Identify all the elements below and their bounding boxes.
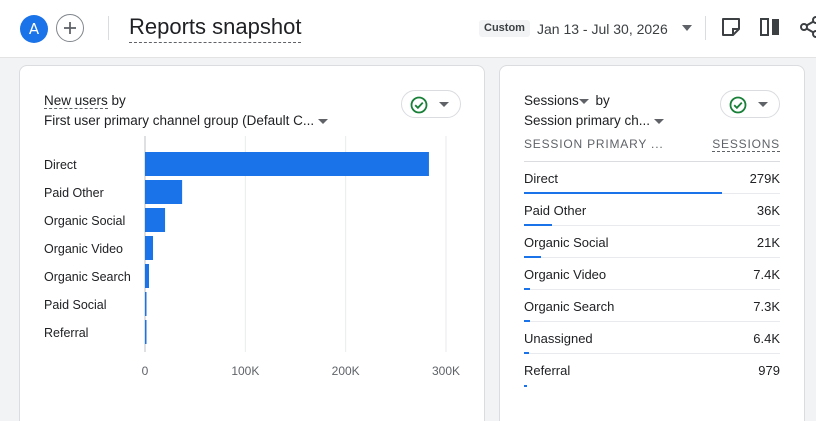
row-name: Organic Social [524, 235, 609, 250]
column-header-sessions[interactable]: SESSIONS [712, 137, 780, 152]
table-row[interactable]: Unassigned 6.4K [524, 322, 780, 354]
share-icon[interactable] [799, 16, 816, 38]
category-label: Paid Other [44, 186, 104, 200]
chevron-down-icon [758, 102, 768, 107]
row-value: 6.4K [753, 331, 780, 346]
chevron-down-icon[interactable] [682, 25, 692, 31]
compare-view-icon[interactable] [759, 16, 781, 38]
new-users-bar-chart: 0 100K 200K 300K Direct Paid Other Organic Soc… [44, 136, 460, 378]
by-label: by [595, 93, 610, 108]
dimension-label[interactable]: Session primary ch... [524, 113, 650, 128]
avatar[interactable]: A [20, 15, 48, 43]
x-tick-label: 100K [231, 364, 259, 378]
divider [705, 16, 706, 40]
chevron-down-icon[interactable] [578, 98, 589, 104]
row-value: 36K [756, 203, 780, 218]
table-row[interactable]: Referral 979 [524, 354, 780, 387]
table-row[interactable]: Organic Video 7.4K [524, 258, 780, 290]
category-label: Organic Video [44, 242, 123, 256]
divider [108, 16, 109, 40]
dimension-selector[interactable]: Session primary ch... [524, 112, 665, 130]
table-row[interactable]: Paid Other 36K [524, 194, 780, 226]
row-value: 21K [756, 235, 780, 250]
new-users-card: New users by First user primary channel … [19, 65, 485, 421]
row-value: 279K [749, 171, 780, 186]
x-tick-label: 0 [142, 364, 149, 378]
bar [145, 180, 183, 204]
sessions-card: Sessions by Session primary ch... SESSIO… [499, 65, 805, 421]
compare-chip: Custom [479, 20, 530, 37]
category-label: Organic Social [44, 214, 125, 228]
bar [145, 264, 150, 288]
add-comparison-button[interactable] [56, 14, 84, 42]
row-name: Organic Search [524, 299, 615, 314]
row-share-bar [524, 385, 527, 387]
row-name: Organic Video [524, 267, 607, 282]
row-name: Referral [524, 363, 571, 378]
row-value: 7.3K [753, 299, 780, 314]
table-row[interactable]: Direct 279K [524, 162, 780, 194]
bar [145, 208, 166, 232]
metric-selector[interactable]: Sessions by [524, 92, 610, 110]
bar [145, 320, 147, 344]
row-name: Unassigned [524, 331, 593, 346]
bar [145, 236, 154, 260]
metric-label[interactable]: Sessions [524, 93, 579, 108]
category-label: Organic Search [44, 270, 131, 284]
insights-note-icon[interactable] [720, 16, 742, 38]
row-value: 7.4K [753, 267, 780, 282]
category-label: Direct [44, 158, 77, 172]
table-row[interactable]: Organic Search 7.3K [524, 290, 780, 322]
category-label: Referral [44, 326, 88, 340]
top-bar: A Reports snapshot Custom Jan 13 - Jul 3… [0, 0, 816, 58]
bar [145, 292, 147, 316]
bar [145, 152, 429, 176]
x-tick-label: 300K [432, 364, 460, 378]
column-header-dimension[interactable]: SESSION PRIMARY ... [524, 137, 663, 151]
table-row[interactable]: Organic Social 21K [524, 226, 780, 258]
date-range-label[interactable]: Jan 13 - Jul 30, 2026 [537, 20, 668, 38]
category-label: Paid Social [44, 298, 107, 312]
row-value: 979 [758, 363, 780, 378]
page-title[interactable]: Reports snapshot [129, 13, 302, 43]
plus-icon [64, 22, 76, 34]
row-name: Paid Other [524, 203, 587, 218]
chevron-down-icon[interactable] [654, 118, 665, 124]
table-header: SESSION PRIMARY ... SESSIONS [524, 137, 780, 159]
insight-status-button[interactable] [720, 90, 780, 118]
row-name: Direct [524, 171, 558, 186]
check-circle-icon [729, 96, 747, 114]
x-tick-label: 200K [332, 364, 360, 378]
